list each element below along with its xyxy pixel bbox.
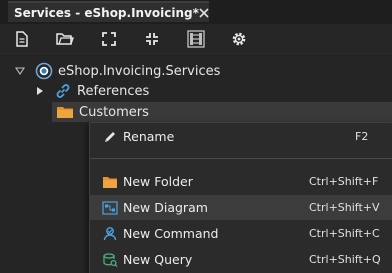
solution-explorer-panel: Services - eShop.Invoicing* eShop.Invoic… — [0, 0, 392, 273]
menu-item-new-command[interactable]: New Command Ctrl+Shift+C — [90, 221, 392, 246]
command-icon — [102, 226, 118, 242]
tree-node-label: Customers — [79, 104, 149, 120]
menu-item-new-query[interactable]: New Query Ctrl+Shift+Q — [90, 247, 392, 272]
menu-item-rename[interactable]: Rename F2 — [90, 124, 392, 149]
menu-item-shortcut: F2 — [355, 130, 369, 143]
menu-item-shortcut: Ctrl+Shift+C — [309, 227, 380, 240]
menu-item-shortcut: Ctrl+Shift+F — [309, 175, 379, 188]
folder-icon — [55, 102, 75, 122]
link-icon — [53, 81, 73, 101]
tree-node-label: References — [77, 83, 150, 99]
tab-title: Services - eShop.Invoicing* — [14, 5, 199, 20]
context-menu: Rename F2 New Folder Ctrl+Shift+F New Di… — [89, 122, 392, 273]
menu-item-new-diagram[interactable]: New Diagram Ctrl+Shift+V — [90, 195, 392, 220]
menu-item-shortcut: Ctrl+Shift+V — [309, 201, 380, 214]
tree-node-services[interactable]: eShop.Invoicing.Services — [13, 61, 220, 81]
diagram-icon — [102, 200, 118, 216]
expand-icon[interactable] — [99, 29, 119, 49]
menu-item-label: Rename — [123, 129, 175, 144]
new-document-icon[interactable] — [12, 29, 32, 49]
menu-separator — [90, 158, 392, 159]
services-icon — [34, 61, 54, 81]
collapse-arrow-icon[interactable] — [13, 64, 27, 78]
pencil-icon — [102, 129, 118, 145]
collapse-icon[interactable] — [142, 29, 162, 49]
tree-node-customers[interactable]: Customers — [55, 102, 149, 122]
folder-icon — [102, 174, 118, 190]
query-icon — [102, 252, 118, 268]
menu-item-new-folder[interactable]: New Folder Ctrl+Shift+F — [90, 169, 392, 194]
tree-node-references[interactable]: References — [33, 81, 149, 101]
diagram-view-icon[interactable] — [186, 29, 206, 49]
tab-services[interactable]: Services - eShop.Invoicing* — [8, 1, 209, 22]
toolbar — [0, 25, 392, 53]
open-folder-icon[interactable] — [55, 29, 75, 49]
menu-item-shortcut: Ctrl+Shift+Q — [309, 253, 381, 266]
toolbar-divider — [0, 53, 392, 54]
expand-arrow-icon[interactable] — [33, 84, 47, 98]
close-icon[interactable] — [199, 5, 209, 21]
settings-icon[interactable] — [229, 29, 249, 49]
tab-strip: Services - eShop.Invoicing* — [0, 0, 392, 24]
tree-node-label: eShop.Invoicing.Services — [58, 63, 221, 79]
